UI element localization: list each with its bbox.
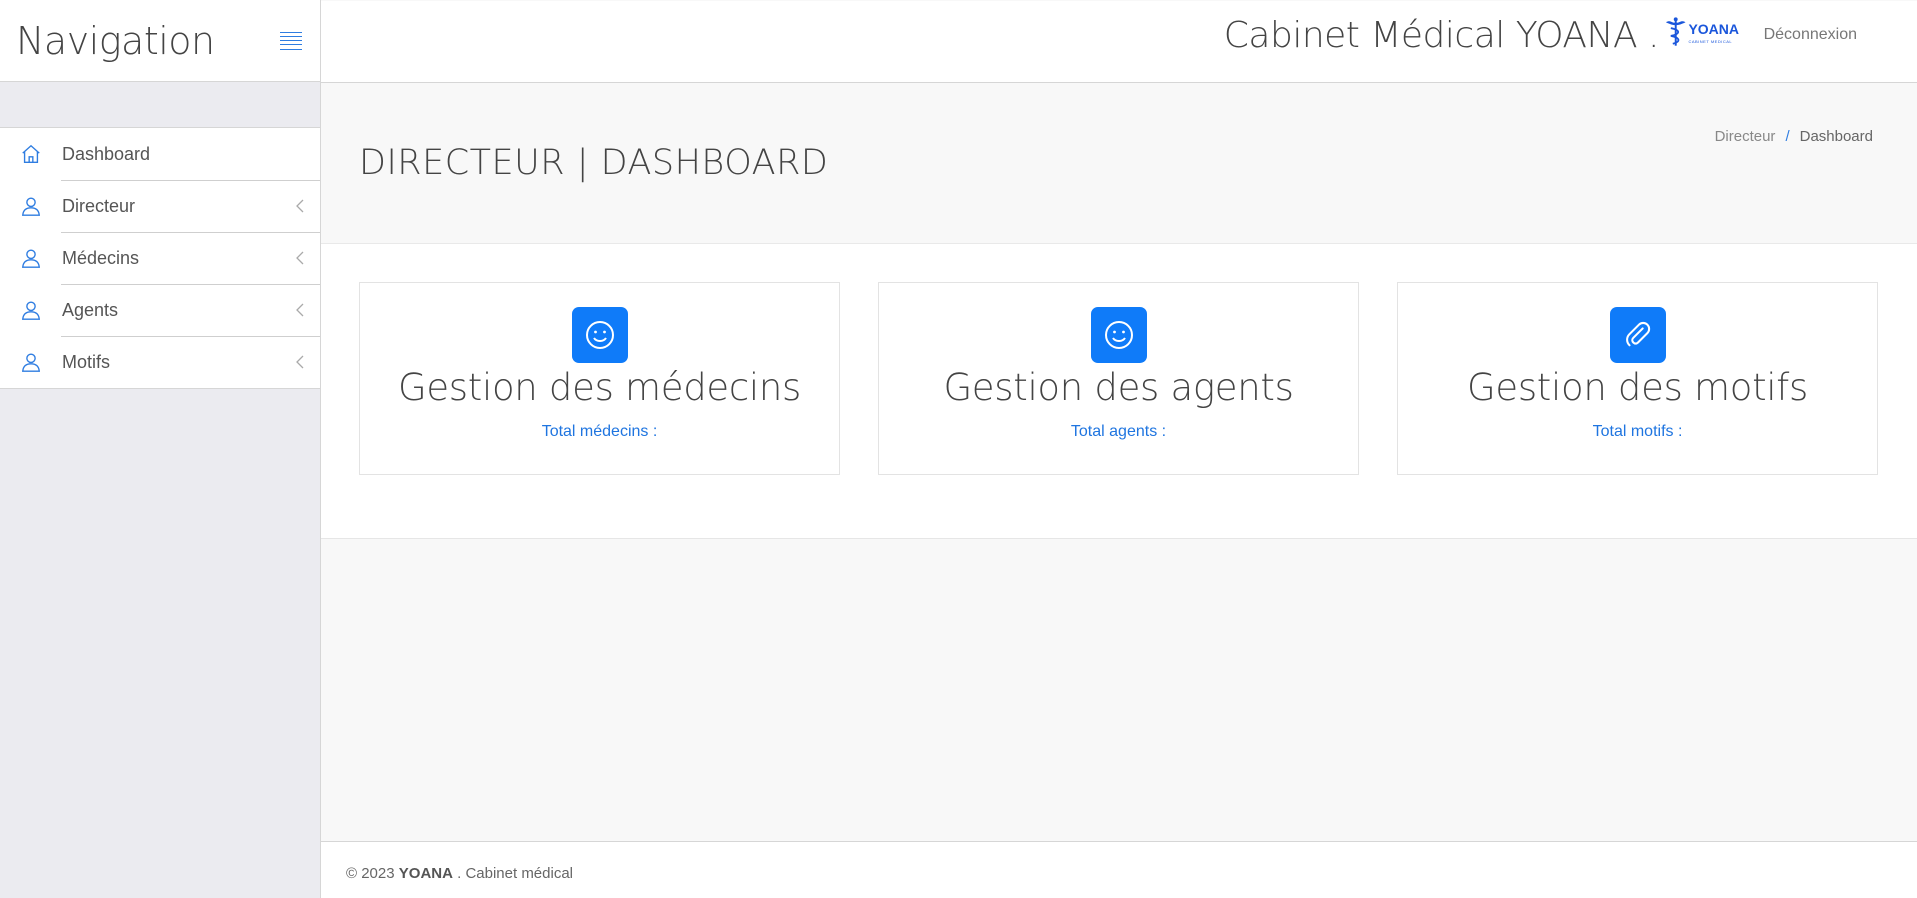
logout-link[interactable]: Déconnexion (1764, 26, 1857, 44)
top-header: Cabinet Médical YOANA . YOANA CABINET ME… (321, 1, 1917, 83)
card-motifs[interactable]: Gestion des motifs Total motifs : (1397, 282, 1878, 475)
chevron-left-icon (280, 199, 320, 213)
sidebar-item-motifs[interactable]: Motifs (0, 336, 320, 388)
sidebar-item-label: Médecins (62, 247, 140, 268)
footer-copyright: © 2023 YOANA . Cabinet médical (346, 865, 573, 882)
sidebar-item-agents[interactable]: Agents (0, 284, 320, 336)
sidebar-menu: Dashboard Directeur Médecins Agents Moti… (0, 127, 320, 389)
card-total: Total agents : (1070, 423, 1167, 440)
breadcrumb-item-directeur[interactable]: Directeur (1715, 128, 1776, 145)
footer-brand: YOANA (398, 865, 453, 882)
footer-prefix: © 2023 (346, 865, 395, 882)
page-header: DIRECTEUR | DASHBOARD Directeur / Dashbo… (321, 83, 1917, 244)
breadcrumb: Directeur / Dashboard (1715, 128, 1873, 145)
sidebar-item-directeur[interactable]: Directeur (0, 180, 320, 232)
user-icon (0, 247, 62, 269)
card-title: Gestion des médecins (397, 366, 802, 409)
sidebar-title: Navigation (16, 18, 215, 63)
card-agents[interactable]: Gestion des agents Total agents : (878, 282, 1359, 475)
dashboard-content: Gestion des médecins Total médecins : Ge… (321, 244, 1917, 539)
user-icon (0, 195, 62, 217)
chevron-left-icon (280, 303, 320, 317)
caduceus-icon (1665, 17, 1686, 46)
sidebar-item-label: Motifs (62, 351, 111, 372)
sidebar-item-dashboard[interactable]: Dashboard (0, 128, 320, 180)
home-icon (0, 143, 62, 165)
footer: © 2023 YOANA . Cabinet médical (321, 841, 1917, 898)
chevron-left-icon (280, 355, 320, 369)
sidebar-item-label: Dashboard (62, 143, 151, 164)
sidebar-item-medecins[interactable]: Médecins (0, 232, 320, 284)
card-medecins[interactable]: Gestion des médecins Total médecins : (359, 282, 840, 475)
brand-logo: YOANA CABINET MEDICAL (1663, 15, 1739, 49)
logo-text: YOANA (1688, 20, 1739, 37)
smile-icon (1090, 307, 1147, 363)
paperclip-icon (1609, 307, 1666, 363)
card-total: Total motifs : (1592, 423, 1683, 440)
chevron-left-icon (280, 251, 320, 265)
logo-subtext: CABINET MEDICAL (1688, 38, 1733, 44)
page-title: DIRECTEUR | DASHBOARD (359, 143, 829, 183)
card-total: Total médecins : (541, 423, 658, 440)
sidebar-item-label: Agents (62, 299, 119, 320)
smile-icon (571, 307, 628, 363)
footer-suffix: . Cabinet médical (457, 865, 574, 882)
card-title: Gestion des agents (943, 366, 1294, 409)
sidebar-item-label: Directeur (62, 195, 136, 216)
breadcrumb-separator: / (1785, 128, 1790, 145)
sidebar: Navigation Dashboard Directeur Médecins … (0, 0, 321, 898)
user-icon (0, 351, 62, 373)
menu-toggle-icon[interactable] (280, 31, 302, 50)
card-title: Gestion des motifs (1466, 366, 1808, 409)
breadcrumb-item-dashboard: Dashboard (1799, 128, 1873, 145)
user-icon (0, 299, 62, 321)
app-title: Cabinet Médical YOANA . (1223, 15, 1660, 56)
sidebar-header: Navigation (0, 0, 320, 82)
